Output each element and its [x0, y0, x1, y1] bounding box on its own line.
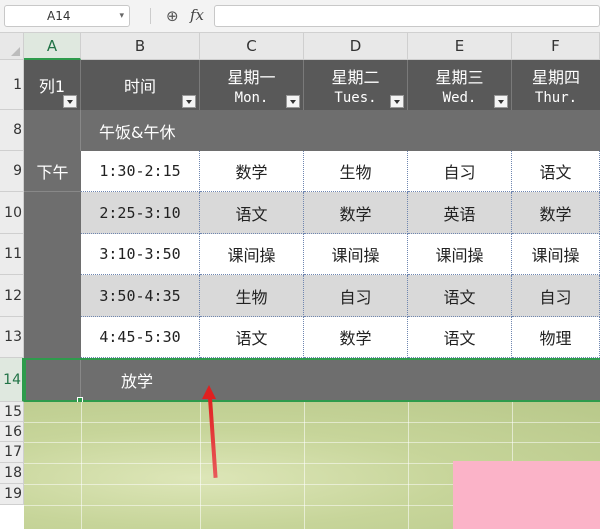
header-label: 时间	[123, 77, 156, 96]
class-cell[interactable]: 自习	[512, 275, 600, 317]
divider	[150, 8, 151, 24]
row-header-14[interactable]: 14	[0, 358, 24, 402]
header-day-cn: 星期四	[531, 68, 580, 87]
row-header-10[interactable]: 10	[0, 192, 24, 234]
class-cell[interactable]: 课间操	[408, 234, 512, 275]
afternoon-label: 下午	[36, 163, 69, 182]
selection-outline	[24, 358, 600, 402]
class-cell[interactable]: 课间操	[512, 234, 600, 275]
class-cell[interactable]: 自习	[408, 151, 512, 192]
cell-a8[interactable]	[24, 110, 81, 151]
formula-input[interactable]	[214, 5, 600, 27]
header-label: 列1	[38, 77, 66, 96]
header-day-cn: 星期一	[227, 68, 276, 87]
class-cell[interactable]: 语文	[512, 151, 600, 192]
filter-dropdown-icon[interactable]	[494, 95, 508, 108]
name-box[interactable]: A14 ▾	[4, 5, 130, 27]
time-cell[interactable]: 1:30-2:15	[81, 151, 200, 192]
select-all-button[interactable]	[0, 33, 24, 60]
time-cell[interactable]: 3:50-4:35	[81, 275, 200, 317]
column-header-c[interactable]: C	[200, 33, 304, 60]
class-cell[interactable]: 数学	[200, 151, 304, 192]
header-day-en: Thur.	[534, 90, 578, 106]
name-box-value: A14	[47, 9, 71, 23]
class-cell[interactable]: 语文	[408, 317, 512, 358]
lunch-row-cell[interactable]: 午饭&午休	[81, 110, 600, 151]
class-cell[interactable]: 语文	[408, 275, 512, 317]
gridline	[24, 422, 600, 423]
header-day-en: Wed.	[442, 90, 477, 106]
row-header-15[interactable]: 15	[0, 402, 24, 422]
header-day-en: Mon.	[234, 90, 269, 106]
class-cell[interactable]: 课间操	[304, 234, 408, 275]
class-cell[interactable]: 物理	[512, 317, 600, 358]
row-header-13[interactable]: 13	[0, 317, 24, 358]
column-header-f[interactable]: F	[512, 33, 600, 60]
row-header-12[interactable]: 12	[0, 275, 24, 317]
header-cell-col1[interactable]: 列1	[24, 60, 81, 110]
row-header-8[interactable]: 8	[0, 110, 24, 151]
zoom-icon[interactable]: ⊕	[166, 7, 179, 25]
header-day-en: Tues.	[334, 90, 377, 106]
filter-dropdown-icon[interactable]	[390, 95, 404, 108]
spreadsheet-grid: A B C D E F 1 8 9 10 11 12 13 14 15 16 1…	[0, 33, 600, 529]
row-header-11[interactable]: 11	[0, 234, 24, 275]
chevron-down-icon[interactable]: ▾	[119, 6, 124, 26]
afternoon-label-cell[interactable]: 下午	[24, 151, 81, 192]
cell-a10-a13[interactable]	[24, 192, 81, 358]
header-cell-monday[interactable]: 星期一 Mon.	[200, 60, 304, 110]
row-header-18[interactable]: 18	[0, 463, 24, 484]
class-cell[interactable]: 生物	[304, 151, 408, 192]
header-cell-thursday[interactable]: 星期四 Thur.	[512, 60, 600, 110]
header-day-cn: 星期二	[331, 68, 380, 87]
class-cell[interactable]: 课间操	[200, 234, 304, 275]
header-day-cn: 星期三	[435, 68, 484, 87]
gridline	[24, 442, 600, 443]
column-header-d[interactable]: D	[304, 33, 408, 60]
column-header-b[interactable]: B	[81, 33, 200, 60]
header-cell-time[interactable]: 时间	[81, 60, 200, 110]
filter-dropdown-icon[interactable]	[63, 95, 77, 108]
formula-bar: A14 ▾ ⊕ fx	[0, 0, 600, 33]
row-header-17[interactable]: 17	[0, 442, 24, 463]
row-header-1[interactable]: 1	[0, 60, 24, 110]
class-cell[interactable]: 生物	[200, 275, 304, 317]
row-header-19[interactable]: 19	[0, 484, 24, 505]
row-header-9[interactable]: 9	[0, 151, 24, 192]
class-cell[interactable]: 语文	[200, 192, 304, 234]
header-cell-tuesday[interactable]: 星期二 Tues.	[304, 60, 408, 110]
header-cell-wednesday[interactable]: 星期三 Wed.	[408, 60, 512, 110]
filter-dropdown-icon[interactable]	[286, 95, 300, 108]
time-cell[interactable]: 2:25-3:10	[81, 192, 200, 234]
pink-shape	[453, 461, 600, 529]
time-cell[interactable]: 3:10-3:50	[81, 234, 200, 275]
class-cell[interactable]: 英语	[408, 192, 512, 234]
class-cell[interactable]: 数学	[304, 192, 408, 234]
filter-dropdown-icon[interactable]	[182, 95, 196, 108]
class-cell[interactable]: 数学	[304, 317, 408, 358]
class-cell[interactable]: 自习	[304, 275, 408, 317]
row-header-16[interactable]: 16	[0, 422, 24, 442]
function-icon[interactable]: fx	[190, 6, 204, 24]
column-header-a[interactable]: A	[24, 33, 81, 60]
class-cell[interactable]: 语文	[200, 317, 304, 358]
time-cell[interactable]: 4:45-5:30	[81, 317, 200, 358]
column-header-e[interactable]: E	[408, 33, 512, 60]
red-arrow-icon	[202, 385, 216, 399]
class-cell[interactable]: 数学	[512, 192, 600, 234]
